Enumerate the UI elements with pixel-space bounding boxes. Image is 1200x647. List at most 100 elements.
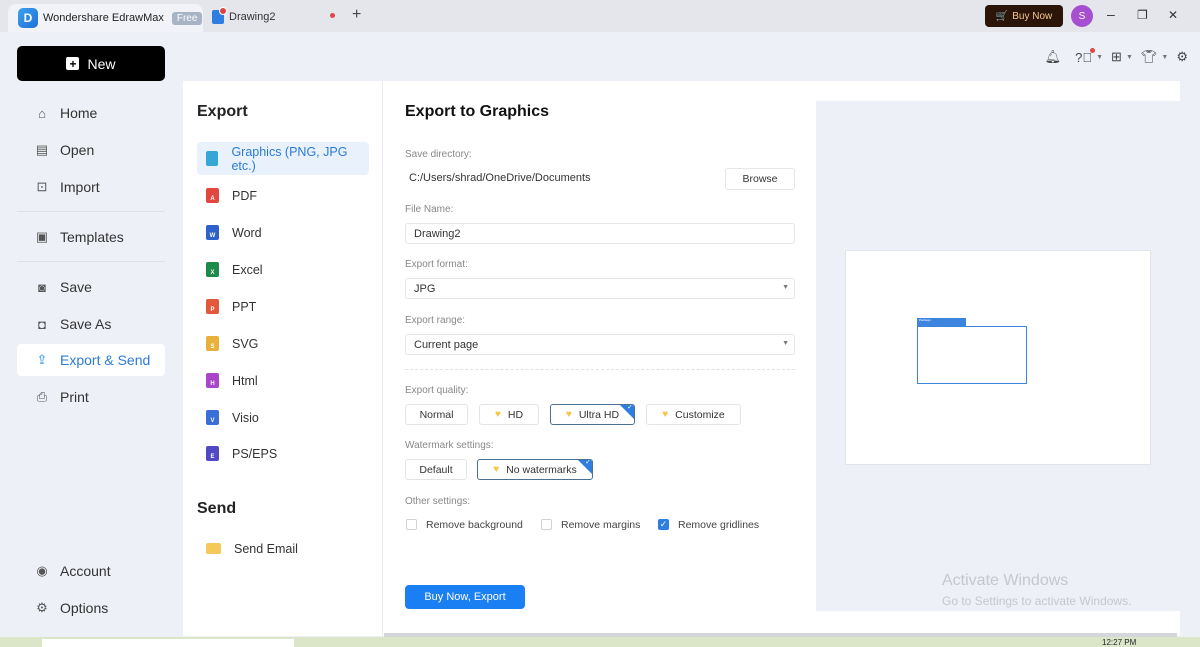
buy-now-export-button[interactable]: Buy Now, Export [405, 585, 525, 609]
home-icon: ⌂ [38, 105, 46, 121]
new-button[interactable]: + New [17, 46, 165, 81]
chevron-down-icon: ▼ [782, 340, 789, 347]
sidebar-item-print[interactable]: ⎙ Print [17, 381, 165, 413]
taskbar-search[interactable] [42, 639, 294, 647]
export-format-item[interactable]: E PS/EPS [197, 437, 369, 470]
apps-dropdown-caret[interactable]: ▼ [1126, 54, 1133, 61]
export-format-select[interactable]: JPG ▼ [405, 278, 795, 299]
export-format-item[interactable]: X Excel [197, 253, 369, 286]
export-format-label: Excel [232, 262, 263, 277]
export-format-item[interactable]: Graphics (PNG, JPG etc.) [197, 142, 369, 175]
sidebar-divider [17, 211, 165, 212]
remove-margins-label: Remove margins [561, 519, 641, 531]
open-icon: ▤ [35, 142, 49, 157]
export-format-label: Word [232, 225, 262, 240]
sidebar-item-templates[interactable]: ▣ Templates [17, 221, 165, 253]
premium-gem-icon: ♥ [662, 409, 669, 420]
export-range-value: Current page [414, 338, 479, 351]
send-email-item[interactable]: Send Email [197, 532, 369, 565]
save-directory-label: Save directory: [405, 149, 472, 160]
export-format-item[interactable]: S SVG [197, 327, 369, 360]
print-icon: ⎙ [36, 389, 48, 404]
new-tab-button[interactable]: + [352, 6, 361, 24]
file-type-icon: S [206, 336, 219, 351]
export-range-select[interactable]: Current page ▼ [405, 334, 795, 355]
export-format-item[interactable]: V Visio [197, 401, 369, 434]
options-icon: ⚙ [36, 600, 48, 615]
document-tab[interactable]: Drawing2 [212, 4, 275, 30]
export-format-label: PDF [232, 188, 257, 203]
buy-now-button[interactable]: 🛒 Buy Now [985, 5, 1063, 27]
browse-button[interactable]: Browse [725, 168, 795, 190]
document-tab-title: Drawing2 [229, 11, 276, 23]
send-section-title: Send [197, 500, 237, 517]
premium-gem-icon: ♥ [565, 409, 572, 420]
export-format-item[interactable]: P PPT [197, 290, 369, 323]
file-name-input[interactable]: Drawing2 [405, 223, 795, 244]
export-format-label: PPT [232, 299, 257, 314]
new-label: New [87, 55, 116, 72]
option-label: HD [507, 408, 524, 421]
sidebar-item-save-as[interactable]: ◘ Save As [17, 308, 165, 340]
apps-icon[interactable]: ⊞ [1111, 49, 1122, 65]
quality-customize-option[interactable]: ♥ Customize [646, 404, 741, 425]
theme-dropdown-caret[interactable]: ▼ [1161, 54, 1168, 61]
export-format-label: Export format: [405, 259, 468, 270]
check-icon: ✓ [659, 519, 668, 529]
sidebar-item-account[interactable]: ◉ Account [17, 555, 165, 587]
quality-ultra-hd-option[interactable]: ♥ Ultra HD ✓ [550, 404, 635, 425]
sidebar-item-label: Print [60, 389, 89, 405]
sidebar-item-options[interactable]: ⚙ Options [17, 592, 165, 624]
sidebar-item-home[interactable]: ⌂ Home [17, 97, 165, 129]
save-directory-value: C:/Users/shrad/OneDrive/Documents [409, 172, 591, 184]
sidebar-item-export-send[interactable]: ⇪ Export & Send [17, 344, 165, 376]
sidebar-item-open[interactable]: ▤ Open [17, 134, 165, 166]
watermark-default-option[interactable]: Default [405, 459, 467, 480]
help-icon[interactable]: ?⃝ [1075, 47, 1096, 65]
minimize-button[interactable]: – [1107, 6, 1115, 22]
remove-gridlines-checkbox[interactable]: ✓ [658, 519, 669, 530]
file-name-label: File Name: [405, 204, 454, 215]
sidebar-item-label: Import [60, 179, 100, 195]
export-icon: ⇪ [36, 352, 48, 367]
export-format-label: Graphics (PNG, JPG etc.) [231, 144, 348, 173]
remove-margins-checkbox[interactable] [541, 519, 552, 530]
cart-icon: 🛒 [995, 10, 1009, 22]
sidebar-item-label: Open [60, 142, 95, 158]
bell-icon[interactable]: 🔔︎ [1045, 49, 1062, 65]
premium-gem-icon: ♥ [494, 409, 501, 420]
watermark-none-option[interactable]: ♥ No watermarks ✓ [477, 459, 593, 480]
help-dropdown-caret[interactable]: ▼ [1096, 54, 1103, 61]
package-shape-tab: Package [917, 318, 966, 326]
option-label: Normal [419, 408, 454, 421]
user-avatar[interactable]: S [1071, 5, 1093, 27]
quality-hd-option[interactable]: ♥ HD [479, 404, 539, 425]
export-format-item[interactable]: A PDF [197, 179, 369, 212]
file-type-icon: X [206, 262, 219, 277]
export-format-item[interactable]: W Word [197, 216, 369, 249]
remove-background-checkbox[interactable] [406, 519, 417, 530]
theme-icon[interactable]: 👕︎ [1141, 49, 1158, 65]
quality-normal-option[interactable]: Normal [405, 404, 468, 425]
export-quality-label: Export quality: [405, 385, 469, 396]
export-format-label: PS/EPS [232, 446, 278, 461]
notification-dot [1090, 47, 1096, 53]
settings-icon[interactable]: ⚙ [1176, 49, 1188, 65]
sidebar-item-import[interactable]: ⊡ Import [17, 171, 165, 203]
plan-badge: Free [171, 11, 203, 25]
save-icon: ◙ [38, 279, 46, 295]
package-shape-body [917, 326, 1027, 384]
sidebar-divider [17, 261, 165, 262]
edrawmax-logo-icon: D [18, 8, 38, 28]
close-button[interactable]: ✕ [1168, 8, 1178, 22]
app-tab[interactable]: D Wondershare EdrawMax Free [8, 4, 203, 32]
send-email-label: Send Email [234, 541, 298, 556]
sidebar-item-label: Options [60, 600, 109, 616]
file-type-icon: H [206, 373, 219, 388]
restore-button[interactable]: ❐ [1137, 8, 1148, 22]
sidebar-item-save[interactable]: ◙ Save [17, 271, 165, 303]
premium-gem-icon: ♥ [493, 464, 500, 475]
export-format-item[interactable]: H Html [197, 364, 369, 397]
export-format-label: SVG [232, 336, 259, 351]
section-divider [405, 369, 795, 370]
